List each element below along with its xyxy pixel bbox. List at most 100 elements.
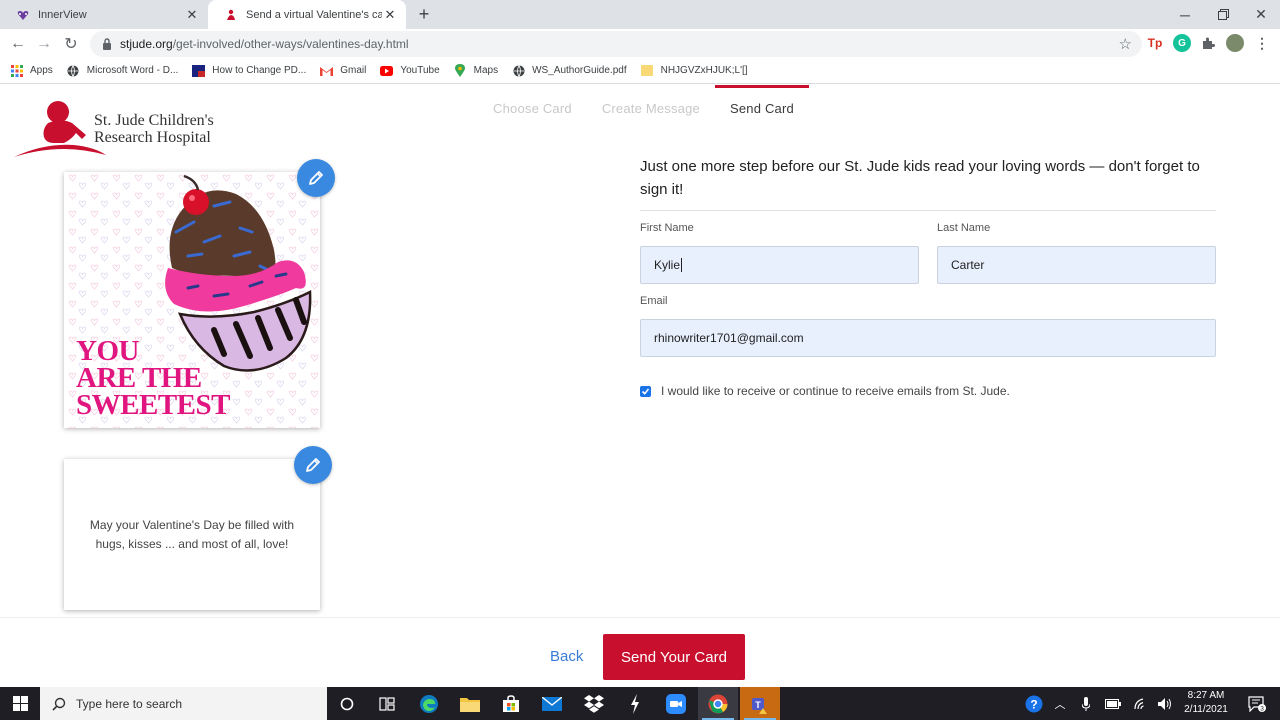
- url-text: stjude.org/get-involved/other-ways/valen…: [120, 37, 409, 51]
- email-optin[interactable]: I would like to receive or continue to r…: [640, 384, 1010, 398]
- back-button[interactable]: Back: [550, 648, 583, 665]
- tp-extension-icon[interactable]: Tp: [1146, 34, 1164, 52]
- file-explorer-icon[interactable]: [450, 687, 490, 720]
- first-name-value: Kylie: [654, 258, 681, 272]
- youtube-icon: [380, 64, 394, 77]
- dropbox-icon[interactable]: [574, 687, 614, 720]
- grammarly-extension-icon[interactable]: G: [1173, 34, 1191, 52]
- forward-arrow-icon[interactable]: →: [33, 33, 55, 55]
- last-name-label: Last Name: [937, 222, 991, 234]
- bookmark-youtube[interactable]: YouTube: [380, 64, 440, 77]
- clock-date: 2/11/2021: [1184, 704, 1228, 715]
- microsoft-store-icon[interactable]: [491, 687, 531, 720]
- more-menu-icon[interactable]: ⋮: [1253, 34, 1271, 52]
- reload-icon[interactable]: ↻: [60, 33, 82, 55]
- signature-form: Just one more step before our St. Jude k…: [640, 155, 1216, 398]
- innerview-favicon-icon: [16, 8, 30, 22]
- tab-innerview[interactable]: InnerView ✕: [0, 0, 208, 29]
- maximize-icon[interactable]: [1204, 0, 1242, 29]
- microphone-icon[interactable]: [1076, 687, 1096, 720]
- bookmark-label: Apps: [30, 65, 53, 76]
- email-value: rhinowriter1701@gmail.com: [654, 331, 804, 345]
- progress-steps: Choose Card Create Message Send Card: [478, 85, 809, 125]
- bookmarks-bar: Apps Microsoft Word - D... How to Change…: [0, 58, 1280, 84]
- bookmark-gmail[interactable]: Gmail: [320, 64, 366, 77]
- cortana-icon[interactable]: [327, 687, 367, 720]
- logo-line-2: Research Hospital: [94, 129, 211, 146]
- step-choose-card[interactable]: Choose Card: [478, 85, 587, 125]
- close-tab-icon[interactable]: ✕: [184, 7, 200, 23]
- minimize-icon[interactable]: ─: [1166, 0, 1204, 29]
- bookmark-label: How to Change PD...: [212, 65, 307, 76]
- start-button[interactable]: [0, 687, 40, 720]
- stjude-favicon-icon: [224, 8, 238, 22]
- email-field[interactable]: rhinowriter1701@gmail.com: [640, 319, 1216, 357]
- help-icon[interactable]: ?: [1022, 687, 1046, 720]
- card-message-text: May your Valentine's Day be filled with …: [89, 517, 295, 551]
- clock-time: 8:27 AM: [1187, 690, 1225, 701]
- first-name-field[interactable]: Kylie: [640, 246, 919, 284]
- form-lead-text: Just one more step before our St. Jude k…: [640, 155, 1216, 211]
- edit-card-message-button[interactable]: [294, 446, 332, 484]
- profile-avatar[interactable]: [1226, 34, 1244, 52]
- card-front-line-2: ARE THE: [76, 362, 202, 394]
- tab-title: InnerView: [38, 8, 87, 21]
- folder-icon: [641, 64, 654, 77]
- optin-label: I would like to receive or continue to r…: [661, 384, 1010, 398]
- close-tab-icon[interactable]: ✕: [382, 7, 398, 23]
- extensions-puzzle-icon[interactable]: [1199, 34, 1217, 52]
- address-bar[interactable]: stjude.org/get-involved/other-ways/valen…: [90, 31, 1142, 57]
- battery-icon[interactable]: [1102, 687, 1124, 720]
- bookmark-word[interactable]: Microsoft Word - D...: [67, 64, 179, 77]
- stjude-logo[interactable]: St. Jude Children's Research Hospital: [14, 99, 214, 161]
- bookmark-authorguide[interactable]: WS_AuthorGuide.pdf: [512, 64, 627, 77]
- bookmark-label: Microsoft Word - D...: [86, 65, 179, 76]
- bookmark-label: NHJGVZxHJUK;L'[]: [660, 65, 748, 76]
- teams-icon[interactable]: T: [740, 687, 780, 720]
- card-front-line-3: SWEETEST: [76, 389, 230, 421]
- bookmark-pdf[interactable]: How to Change PD...: [192, 64, 306, 77]
- taskbar-clock[interactable]: 8:27 AM 2/11/2021: [1180, 689, 1232, 717]
- windows-logo-icon: [12, 696, 28, 711]
- volume-icon[interactable]: [1155, 687, 1177, 720]
- show-hidden-icons-chevron-icon[interactable]: ︿: [1050, 687, 1070, 720]
- browser-toolbar: ← → ↻ stjude.org/get-involved/other-ways…: [0, 29, 1280, 58]
- edge-browser-icon[interactable]: [409, 687, 449, 720]
- bookmark-maps[interactable]: Maps: [454, 64, 498, 77]
- taskbar-search[interactable]: Type here to search: [40, 687, 327, 720]
- bookmark-star-icon[interactable]: ☆: [1119, 35, 1132, 53]
- url-path: /get-involved/other-ways/valentines-day.…: [172, 37, 409, 51]
- wifi-icon[interactable]: [1130, 687, 1152, 720]
- new-tab-icon[interactable]: +: [414, 4, 434, 24]
- step-create-message[interactable]: Create Message: [587, 85, 715, 125]
- zoom-icon[interactable]: [656, 687, 696, 720]
- windows-taskbar: Type here to search T ? ︿ 8:27 AM 2/11/2…: [0, 687, 1280, 720]
- card-front-text: YOU ARE THE SWEETEST: [76, 335, 230, 421]
- web-page: St. Jude Children's Research Hospital Ch…: [0, 85, 1280, 687]
- close-window-icon[interactable]: ✕: [1242, 0, 1280, 29]
- task-view-icon[interactable]: [367, 687, 407, 720]
- optin-checkbox[interactable]: [640, 385, 651, 397]
- email-label: Email: [640, 295, 668, 307]
- pencil-icon: [309, 171, 323, 185]
- back-arrow-icon[interactable]: ←: [7, 33, 29, 55]
- url-host: stjude.org: [120, 37, 173, 51]
- chrome-icon[interactable]: [698, 687, 738, 720]
- lightning-app-icon[interactable]: [615, 687, 655, 720]
- svg-text:?: ?: [1030, 697, 1037, 711]
- pencil-icon: [306, 458, 320, 472]
- tab-title: Send a virtual Valentine's card to: [246, 8, 382, 21]
- mail-icon[interactable]: [532, 687, 572, 720]
- bookmark-apps[interactable]: Apps: [10, 64, 53, 77]
- tab-strip: InnerView ✕ Send a virtual Valentine's c…: [0, 0, 1280, 29]
- bookmark-nhj[interactable]: NHJGVZxHJUK;L'[]: [641, 64, 748, 77]
- last-name-field[interactable]: Carter: [937, 246, 1216, 284]
- search-icon: [52, 697, 66, 711]
- notifications-icon[interactable]: 3: [1242, 687, 1272, 720]
- bookmark-label: Gmail: [340, 65, 367, 76]
- edit-card-front-button[interactable]: [297, 159, 335, 197]
- step-send-card[interactable]: Send Card: [715, 85, 809, 125]
- card-front-line-1: YOU: [76, 335, 139, 367]
- tab-valentines[interactable]: Send a virtual Valentine's card to ✕: [208, 0, 406, 29]
- send-card-button[interactable]: Send Your Card: [603, 634, 745, 680]
